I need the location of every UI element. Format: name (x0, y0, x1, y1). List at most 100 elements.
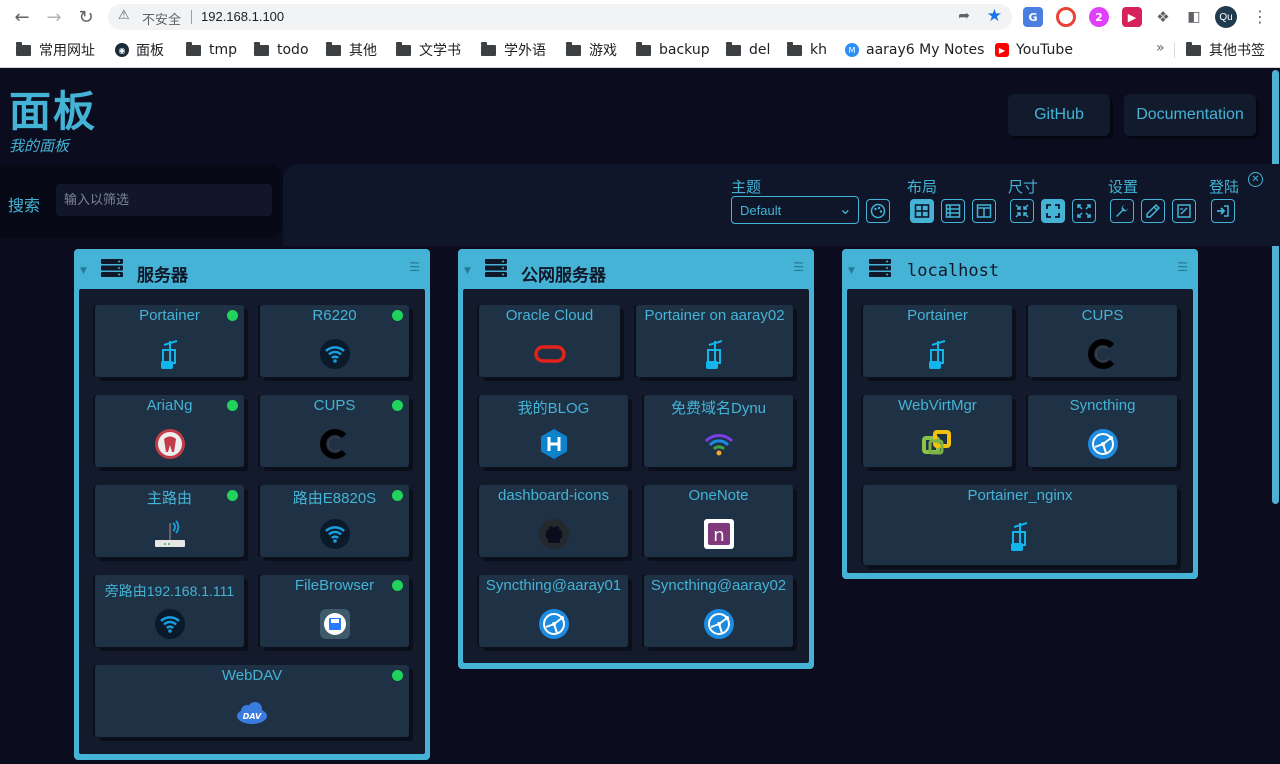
bookmarks-overflow-button[interactable]: » (1156, 40, 1165, 56)
documentation-link-button[interactable]: Documentation (1124, 94, 1256, 136)
size-large-button[interactable] (1072, 199, 1096, 223)
notes-favicon-icon: M (845, 43, 859, 57)
section-header[interactable]: ▼ 公网服务器 ☰ (458, 249, 814, 286)
chrome-extension-icon[interactable] (1056, 7, 1076, 27)
bookmark-folder[interactable]: backup (636, 40, 710, 60)
folder-icon (186, 41, 201, 56)
tile-label: CUPS (313, 397, 356, 414)
tile-r6220[interactable]: R6220 (260, 305, 409, 377)
extension-badge-icon[interactable]: 2 (1089, 7, 1109, 27)
translate-extension-icon[interactable]: G (1023, 7, 1043, 27)
tile-filebrowser[interactable]: FileBrowser (260, 575, 409, 647)
tile-onenote[interactable]: OneNote n (644, 485, 793, 557)
scrollbar-thumb[interactable] (1272, 70, 1279, 504)
config-label: 设置 (1108, 178, 1139, 196)
tile-dashboard-icons[interactable]: dashboard-icons (479, 485, 628, 557)
wifi-icon (318, 517, 352, 551)
layout-horizontal-button[interactable] (972, 199, 996, 223)
theme-select-value: Default (740, 203, 782, 218)
tile-syncthing-aaray01[interactable]: Syncthing@aaray01 (479, 575, 628, 647)
bookmark-folder[interactable]: 其他 (326, 40, 377, 60)
side-panel-icon[interactable]: ◧ (1184, 7, 1204, 27)
bookmark-folder[interactable]: tmp (186, 40, 237, 60)
folder-icon (326, 41, 341, 56)
webdav-icon: DAV (235, 697, 269, 731)
tile-cups[interactable]: CUPS (1028, 305, 1177, 377)
login-button[interactable] (1211, 199, 1235, 223)
section-localhost: ▼ localhost ☰ Portainer CUPS WebVirtMgr … (842, 249, 1198, 579)
tile-syncthing[interactable]: Syncthing (1028, 395, 1177, 467)
layout-auto-button[interactable] (910, 199, 934, 223)
tile-bypass-router[interactable]: 旁路由192.168.1.111 (95, 575, 244, 647)
tile-label: 免费域名Dynu (670, 400, 767, 417)
config-editor-button[interactable] (1110, 199, 1134, 223)
github-link-button[interactable]: GitHub (1008, 94, 1110, 136)
size-label: 尺寸 (1008, 178, 1039, 196)
login-label: 登陆 (1209, 178, 1240, 196)
tile-oracle-cloud[interactable]: Oracle Cloud (479, 305, 620, 377)
section-options-icon[interactable]: ☰ (793, 260, 804, 274)
bookmark-link[interactable]: ▶ YouTube (995, 40, 1073, 60)
bookmark-folder[interactable]: 学外语 (481, 40, 546, 60)
other-bookmarks-folder[interactable]: 其他书签 (1186, 40, 1265, 60)
tile-webdav[interactable]: WebDAV DAV (95, 665, 409, 737)
syncthing-icon (702, 607, 736, 641)
server-icon (869, 259, 891, 277)
bookmark-folder[interactable]: 常用网址 (16, 40, 95, 60)
tile-cups[interactable]: CUPS (260, 395, 409, 467)
server-icon (101, 259, 123, 277)
interactive-editor-button[interactable] (1172, 199, 1196, 223)
tile-portainer-nginx[interactable]: Portainer_nginx (863, 485, 1177, 565)
reload-icon[interactable]: ↻ (74, 5, 98, 29)
bookmark-star-icon[interactable]: ★ (987, 6, 1002, 26)
bookmark-link[interactable]: ◉ 面板 (115, 40, 164, 60)
tile-router-e8820s[interactable]: 路由E8820S (260, 485, 409, 557)
section-options-icon[interactable]: ☰ (1177, 260, 1188, 274)
folder-icon (396, 41, 411, 56)
section-header[interactable]: ▼ 服务器 ☰ (74, 249, 430, 286)
bookmark-folder[interactable]: kh (787, 40, 827, 60)
size-medium-button[interactable] (1041, 199, 1065, 223)
search-input[interactable] (56, 184, 272, 216)
bookmark-folder[interactable]: 游戏 (566, 40, 617, 60)
section-options-icon[interactable]: ☰ (409, 260, 420, 274)
tile-portainer[interactable]: Portainer (863, 305, 1012, 377)
tile-portainer-aaray02[interactable]: Portainer on aaray02 (636, 305, 793, 377)
theme-palette-button[interactable] (866, 199, 890, 223)
bookmark-link[interactable]: Maaray6 My Notes (845, 40, 984, 60)
folder-icon (726, 41, 741, 56)
collapse-caret-icon[interactable]: ▼ (848, 266, 855, 276)
tile-my-blog[interactable]: 我的BLOG (479, 395, 628, 467)
tile-syncthing-aaray02[interactable]: Syncthing@aaray02 (644, 575, 793, 647)
size-small-button[interactable] (1010, 199, 1034, 223)
collapse-caret-icon[interactable]: ▼ (464, 266, 471, 276)
extensions-puzzle-icon[interactable]: ❖ (1153, 7, 1173, 27)
tile-ariang[interactable]: AriaNg (95, 395, 244, 467)
profile-avatar[interactable]: Qu (1215, 6, 1237, 28)
tile-webvirtmgr[interactable]: WebVirtMgr (863, 395, 1012, 467)
share-icon[interactable]: ➦ (958, 8, 970, 24)
layout-vertical-button[interactable] (941, 199, 965, 223)
edit-document-icon (1177, 204, 1191, 218)
url-text[interactable]: 192.168.1.100 (201, 9, 284, 24)
edit-mode-button[interactable] (1141, 199, 1165, 223)
collapse-caret-icon[interactable]: ▼ (80, 266, 87, 276)
bookmark-folder[interactable]: todo (254, 40, 309, 60)
bookmark-folder[interactable]: del (726, 40, 770, 60)
tile-portainer[interactable]: Portainer (95, 305, 244, 377)
browser-menu-icon[interactable]: ⋮ (1252, 7, 1268, 26)
tile-main-router[interactable]: 主路由 (95, 485, 244, 557)
bookmark-folder[interactable]: 文学书 (396, 40, 461, 60)
address-bar[interactable]: ⚠ 不安全 192.168.1.100 ➦ ★ (108, 4, 1012, 30)
tile-dynu[interactable]: 免费域名Dynu (644, 395, 793, 467)
router-icon (153, 517, 187, 551)
pencil-icon (1146, 203, 1161, 218)
tile-label: 旁路由192.168.1.111 (104, 583, 235, 599)
dynu-icon (702, 427, 736, 461)
back-icon[interactable]: ← (10, 5, 34, 29)
player-extension-icon[interactable]: ▶ (1122, 7, 1142, 27)
theme-select[interactable]: Default ⌄ (731, 196, 859, 224)
section-header[interactable]: ▼ localhost ☰ (842, 249, 1198, 285)
close-settings-icon[interactable]: ✕ (1248, 172, 1263, 187)
forward-icon[interactable]: → (42, 5, 66, 29)
